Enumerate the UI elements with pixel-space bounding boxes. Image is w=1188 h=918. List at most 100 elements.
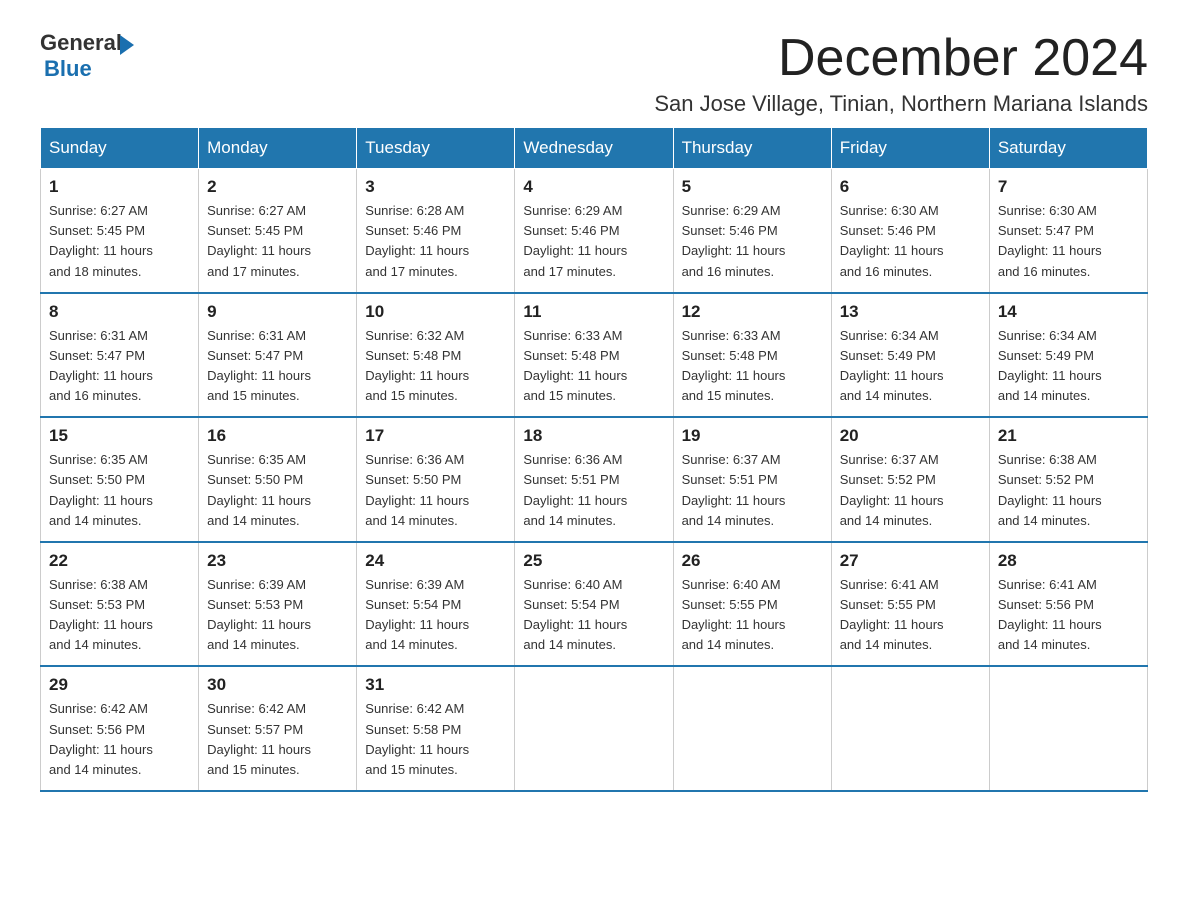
day-info: Sunrise: 6:35 AM Sunset: 5:50 PM Dayligh… bbox=[49, 450, 190, 531]
calendar-week-row: 15 Sunrise: 6:35 AM Sunset: 5:50 PM Dayl… bbox=[41, 417, 1148, 542]
weekday-header: Friday bbox=[831, 128, 989, 169]
day-number: 22 bbox=[49, 551, 190, 571]
day-info: Sunrise: 6:32 AM Sunset: 5:48 PM Dayligh… bbox=[365, 326, 506, 407]
calendar-cell: 19 Sunrise: 6:37 AM Sunset: 5:51 PM Dayl… bbox=[673, 417, 831, 542]
calendar-body: 1 Sunrise: 6:27 AM Sunset: 5:45 PM Dayli… bbox=[41, 169, 1148, 791]
day-number: 17 bbox=[365, 426, 506, 446]
day-number: 14 bbox=[998, 302, 1139, 322]
day-number: 18 bbox=[523, 426, 664, 446]
month-title: December 2024 bbox=[654, 30, 1148, 87]
calendar-cell bbox=[831, 666, 989, 791]
calendar-cell: 25 Sunrise: 6:40 AM Sunset: 5:54 PM Dayl… bbox=[515, 542, 673, 667]
day-number: 1 bbox=[49, 177, 190, 197]
calendar-cell: 13 Sunrise: 6:34 AM Sunset: 5:49 PM Dayl… bbox=[831, 293, 989, 418]
calendar-week-row: 1 Sunrise: 6:27 AM Sunset: 5:45 PM Dayli… bbox=[41, 169, 1148, 293]
day-info: Sunrise: 6:39 AM Sunset: 5:54 PM Dayligh… bbox=[365, 575, 506, 656]
day-info: Sunrise: 6:30 AM Sunset: 5:47 PM Dayligh… bbox=[998, 201, 1139, 282]
day-number: 4 bbox=[523, 177, 664, 197]
day-number: 20 bbox=[840, 426, 981, 446]
day-number: 2 bbox=[207, 177, 348, 197]
day-info: Sunrise: 6:30 AM Sunset: 5:46 PM Dayligh… bbox=[840, 201, 981, 282]
day-number: 30 bbox=[207, 675, 348, 695]
calendar-cell: 20 Sunrise: 6:37 AM Sunset: 5:52 PM Dayl… bbox=[831, 417, 989, 542]
calendar-cell: 27 Sunrise: 6:41 AM Sunset: 5:55 PM Dayl… bbox=[831, 542, 989, 667]
calendar-cell: 10 Sunrise: 6:32 AM Sunset: 5:48 PM Dayl… bbox=[357, 293, 515, 418]
title-block: December 2024 San Jose Village, Tinian, … bbox=[654, 30, 1148, 117]
calendar-cell: 14 Sunrise: 6:34 AM Sunset: 5:49 PM Dayl… bbox=[989, 293, 1147, 418]
calendar-cell bbox=[515, 666, 673, 791]
day-number: 6 bbox=[840, 177, 981, 197]
day-number: 23 bbox=[207, 551, 348, 571]
weekday-header: Saturday bbox=[989, 128, 1147, 169]
day-number: 15 bbox=[49, 426, 190, 446]
calendar-cell: 7 Sunrise: 6:30 AM Sunset: 5:47 PM Dayli… bbox=[989, 169, 1147, 293]
calendar-cell: 1 Sunrise: 6:27 AM Sunset: 5:45 PM Dayli… bbox=[41, 169, 199, 293]
calendar-cell: 4 Sunrise: 6:29 AM Sunset: 5:46 PM Dayli… bbox=[515, 169, 673, 293]
day-info: Sunrise: 6:29 AM Sunset: 5:46 PM Dayligh… bbox=[523, 201, 664, 282]
day-info: Sunrise: 6:31 AM Sunset: 5:47 PM Dayligh… bbox=[207, 326, 348, 407]
calendar-cell: 29 Sunrise: 6:42 AM Sunset: 5:56 PM Dayl… bbox=[41, 666, 199, 791]
day-number: 8 bbox=[49, 302, 190, 322]
logo: General Blue bbox=[40, 30, 134, 82]
calendar-cell bbox=[673, 666, 831, 791]
day-number: 5 bbox=[682, 177, 823, 197]
calendar-week-row: 22 Sunrise: 6:38 AM Sunset: 5:53 PM Dayl… bbox=[41, 542, 1148, 667]
day-info: Sunrise: 6:41 AM Sunset: 5:55 PM Dayligh… bbox=[840, 575, 981, 656]
location-title: San Jose Village, Tinian, Northern Maria… bbox=[654, 91, 1148, 117]
day-number: 12 bbox=[682, 302, 823, 322]
day-number: 26 bbox=[682, 551, 823, 571]
day-info: Sunrise: 6:41 AM Sunset: 5:56 PM Dayligh… bbox=[998, 575, 1139, 656]
day-info: Sunrise: 6:36 AM Sunset: 5:50 PM Dayligh… bbox=[365, 450, 506, 531]
calendar-cell: 3 Sunrise: 6:28 AM Sunset: 5:46 PM Dayli… bbox=[357, 169, 515, 293]
day-info: Sunrise: 6:40 AM Sunset: 5:55 PM Dayligh… bbox=[682, 575, 823, 656]
calendar-cell: 24 Sunrise: 6:39 AM Sunset: 5:54 PM Dayl… bbox=[357, 542, 515, 667]
day-info: Sunrise: 6:40 AM Sunset: 5:54 PM Dayligh… bbox=[523, 575, 664, 656]
weekday-header: Thursday bbox=[673, 128, 831, 169]
calendar-cell: 15 Sunrise: 6:35 AM Sunset: 5:50 PM Dayl… bbox=[41, 417, 199, 542]
calendar-cell: 6 Sunrise: 6:30 AM Sunset: 5:46 PM Dayli… bbox=[831, 169, 989, 293]
day-number: 28 bbox=[998, 551, 1139, 571]
day-number: 29 bbox=[49, 675, 190, 695]
day-number: 19 bbox=[682, 426, 823, 446]
day-info: Sunrise: 6:27 AM Sunset: 5:45 PM Dayligh… bbox=[49, 201, 190, 282]
calendar-table: SundayMondayTuesdayWednesdayThursdayFrid… bbox=[40, 127, 1148, 792]
day-number: 13 bbox=[840, 302, 981, 322]
day-info: Sunrise: 6:28 AM Sunset: 5:46 PM Dayligh… bbox=[365, 201, 506, 282]
page-header: General Blue December 2024 San Jose Vill… bbox=[40, 30, 1148, 117]
day-number: 25 bbox=[523, 551, 664, 571]
day-info: Sunrise: 6:34 AM Sunset: 5:49 PM Dayligh… bbox=[998, 326, 1139, 407]
weekday-header: Wednesday bbox=[515, 128, 673, 169]
day-number: 21 bbox=[998, 426, 1139, 446]
day-info: Sunrise: 6:33 AM Sunset: 5:48 PM Dayligh… bbox=[682, 326, 823, 407]
calendar-cell: 30 Sunrise: 6:42 AM Sunset: 5:57 PM Dayl… bbox=[199, 666, 357, 791]
calendar-cell: 17 Sunrise: 6:36 AM Sunset: 5:50 PM Dayl… bbox=[357, 417, 515, 542]
calendar-cell: 12 Sunrise: 6:33 AM Sunset: 5:48 PM Dayl… bbox=[673, 293, 831, 418]
day-info: Sunrise: 6:31 AM Sunset: 5:47 PM Dayligh… bbox=[49, 326, 190, 407]
calendar-cell: 26 Sunrise: 6:40 AM Sunset: 5:55 PM Dayl… bbox=[673, 542, 831, 667]
day-number: 3 bbox=[365, 177, 506, 197]
day-info: Sunrise: 6:36 AM Sunset: 5:51 PM Dayligh… bbox=[523, 450, 664, 531]
calendar-cell: 23 Sunrise: 6:39 AM Sunset: 5:53 PM Dayl… bbox=[199, 542, 357, 667]
day-info: Sunrise: 6:33 AM Sunset: 5:48 PM Dayligh… bbox=[523, 326, 664, 407]
day-info: Sunrise: 6:42 AM Sunset: 5:58 PM Dayligh… bbox=[365, 699, 506, 780]
day-number: 31 bbox=[365, 675, 506, 695]
day-number: 9 bbox=[207, 302, 348, 322]
calendar-cell: 21 Sunrise: 6:38 AM Sunset: 5:52 PM Dayl… bbox=[989, 417, 1147, 542]
day-info: Sunrise: 6:34 AM Sunset: 5:49 PM Dayligh… bbox=[840, 326, 981, 407]
day-info: Sunrise: 6:42 AM Sunset: 5:56 PM Dayligh… bbox=[49, 699, 190, 780]
day-number: 16 bbox=[207, 426, 348, 446]
weekday-header: Sunday bbox=[41, 128, 199, 169]
calendar-week-row: 8 Sunrise: 6:31 AM Sunset: 5:47 PM Dayli… bbox=[41, 293, 1148, 418]
logo-general: General bbox=[40, 30, 122, 56]
day-number: 7 bbox=[998, 177, 1139, 197]
calendar-cell: 22 Sunrise: 6:38 AM Sunset: 5:53 PM Dayl… bbox=[41, 542, 199, 667]
day-info: Sunrise: 6:38 AM Sunset: 5:52 PM Dayligh… bbox=[998, 450, 1139, 531]
day-info: Sunrise: 6:39 AM Sunset: 5:53 PM Dayligh… bbox=[207, 575, 348, 656]
day-number: 10 bbox=[365, 302, 506, 322]
calendar-cell: 5 Sunrise: 6:29 AM Sunset: 5:46 PM Dayli… bbox=[673, 169, 831, 293]
logo-blue: Blue bbox=[44, 56, 92, 82]
calendar-cell: 16 Sunrise: 6:35 AM Sunset: 5:50 PM Dayl… bbox=[199, 417, 357, 542]
calendar-cell: 8 Sunrise: 6:31 AM Sunset: 5:47 PM Dayli… bbox=[41, 293, 199, 418]
day-number: 24 bbox=[365, 551, 506, 571]
weekday-header: Tuesday bbox=[357, 128, 515, 169]
